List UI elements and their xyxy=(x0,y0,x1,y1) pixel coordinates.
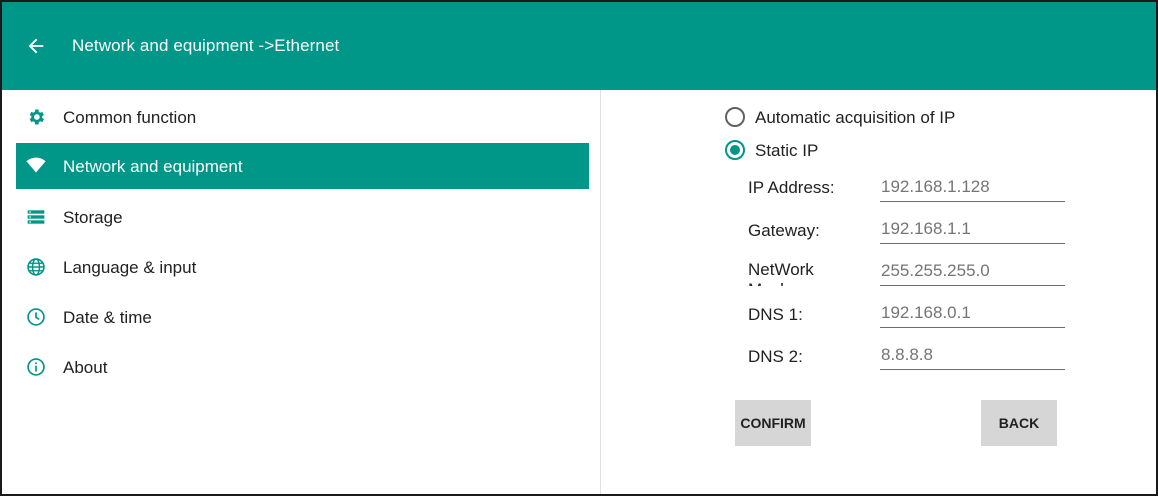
dns1-field[interactable] xyxy=(880,298,1065,328)
radio-automatic-ip[interactable] xyxy=(724,106,746,128)
clock-icon xyxy=(27,308,45,326)
sidebar-item-label: Common function xyxy=(63,108,197,127)
sidebar-item-label: Storage xyxy=(63,208,123,227)
gear-icon xyxy=(29,109,44,125)
back-button[interactable]: BACK xyxy=(981,400,1057,446)
app-bar: Network and equipment ->Ethernet xyxy=(2,2,1156,90)
gateway-label: Gateway: xyxy=(748,221,820,240)
gateway-field[interactable] xyxy=(880,214,1065,244)
dns2-label: DNS 2: xyxy=(748,347,803,366)
info-icon xyxy=(27,358,45,376)
netmask-field[interactable] xyxy=(880,256,1065,286)
sidebar-item-date-time[interactable]: Date & time xyxy=(16,294,589,340)
dns2-field[interactable] xyxy=(880,340,1065,370)
netmask-label: NetWork Mask: xyxy=(748,260,814,286)
ip-address-label: IP Address: xyxy=(748,178,835,197)
back-arrow-icon[interactable] xyxy=(24,35,48,57)
radio-static-ip[interactable] xyxy=(724,139,746,161)
sidebar-item-label: Date & time xyxy=(63,308,152,327)
sidebar-item-label: About xyxy=(63,358,108,377)
sidebar-item-about[interactable]: About xyxy=(16,344,589,390)
page-title: Network and equipment ->Ethernet xyxy=(72,36,340,55)
settings-window: Network and equipment ->Ethernet Common … xyxy=(0,0,1158,496)
sidebar-item-label: Network and equipment xyxy=(63,157,243,176)
panel-divider xyxy=(600,90,601,494)
sidebar-item-common-function[interactable]: Common function xyxy=(16,94,589,140)
wifi-icon xyxy=(26,157,46,173)
sidebar-item-label: Language & input xyxy=(63,258,197,277)
storage-icon xyxy=(27,210,45,224)
sidebar-item-network-and-equipment[interactable]: Network and equipment xyxy=(16,143,589,189)
confirm-button[interactable]: CONFIRM xyxy=(735,400,811,446)
sidebar-item-storage[interactable]: Storage xyxy=(16,194,589,240)
radio-automatic-ip-label: Automatic acquisition of IP xyxy=(755,108,956,127)
ip-address-field[interactable] xyxy=(880,172,1065,202)
radio-static-ip-label: Static IP xyxy=(755,141,819,160)
globe-icon xyxy=(27,258,45,276)
sidebar-item-language-input[interactable]: Language & input xyxy=(16,244,589,290)
dns1-label: DNS 1: xyxy=(748,305,803,324)
